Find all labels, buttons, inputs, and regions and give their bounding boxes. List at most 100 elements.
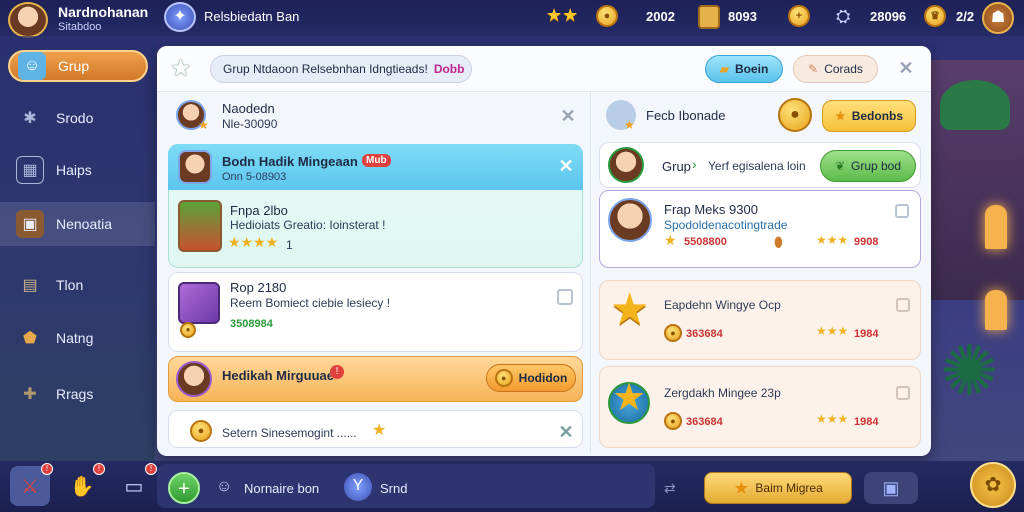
button-label: Baim Migrea bbox=[755, 481, 823, 495]
guild-emblem-icon[interactable]: ✦ bbox=[164, 2, 196, 32]
orange-title: Hedikah Mirguuae bbox=[222, 368, 334, 383]
star-badge-icon: ★ bbox=[624, 118, 635, 132]
close-user-icon[interactable]: ✕ bbox=[558, 106, 578, 127]
member-checkbox[interactable] bbox=[895, 204, 909, 218]
bottom-button-2[interactable]: Srnd bbox=[380, 481, 407, 496]
sidebar-item-label: Rrags bbox=[56, 386, 94, 402]
player-avatar[interactable] bbox=[8, 2, 48, 38]
sidebar-item-rrags[interactable]: ✚ Rrags bbox=[8, 374, 148, 414]
sidebar-item-label: Natng bbox=[56, 330, 94, 346]
footer-text: Setern Sinesemogint ...... bbox=[222, 426, 357, 440]
guild-name: Relsbiedatn Ban bbox=[204, 9, 300, 24]
sidebar-item-label: Nenoatia bbox=[56, 216, 113, 232]
big-coin-icon: ● bbox=[778, 98, 812, 132]
button-label: Boein bbox=[734, 62, 769, 76]
sword-icon[interactable]: ⚔! bbox=[10, 463, 53, 506]
member-subtitle: Spodoldenacotingtrade bbox=[664, 218, 788, 232]
map-icon: ✚ bbox=[23, 386, 37, 403]
item2-checkbox[interactable] bbox=[557, 289, 573, 305]
house-window bbox=[985, 290, 1007, 330]
sidebar-item-label: Tlon bbox=[56, 277, 84, 293]
star-icon: ★ bbox=[733, 477, 750, 498]
player-name: Nardnohanan bbox=[58, 4, 149, 20]
banner-badge: Mub bbox=[362, 154, 391, 167]
banner-avatar bbox=[178, 150, 212, 184]
close-panel-icon[interactable]: ✕ bbox=[896, 58, 916, 79]
sidebar-item-srodo[interactable]: ✱ Srodo bbox=[8, 98, 148, 138]
map-icon[interactable]: ✿ bbox=[970, 462, 1016, 508]
sidebar-item-natng[interactable]: ⬟ Natng bbox=[8, 318, 148, 358]
orange-avatar bbox=[176, 361, 212, 397]
boein-button[interactable]: ▰ Boein bbox=[705, 55, 783, 83]
sidebar-item-nenoatia[interactable]: ▣ Nenoatia bbox=[0, 202, 155, 246]
sidebar-item-grup[interactable]: ☺ Grup bbox=[8, 50, 148, 82]
column-divider bbox=[590, 92, 591, 452]
item2-title: Rop 2180 bbox=[230, 280, 287, 295]
bottom-button-1[interactable]: Nornaire bon bbox=[244, 481, 319, 496]
coin-icon: ● bbox=[664, 324, 682, 342]
header-info-pill: Grup Ntdaoon Relsebnhan Idngtieads! Dobb bbox=[210, 55, 472, 83]
send-icon[interactable]: Y bbox=[344, 473, 372, 501]
item2-description: Reem Bomiect ciebie lesiecy ! bbox=[230, 296, 391, 310]
reward-title: Eapdehn Wingye Ocp bbox=[664, 298, 781, 312]
hodidon-button[interactable]: ● Hodidon bbox=[486, 364, 576, 392]
reward-rating: 1984 bbox=[854, 416, 879, 428]
settings-icon[interactable]: ☗ bbox=[982, 2, 1014, 34]
reward-value: 363684 bbox=[686, 328, 723, 340]
gear-resource-icon: ⛭ bbox=[836, 6, 851, 26]
coin-icon: ● bbox=[180, 322, 196, 338]
close-footer-icon[interactable]: ✕ bbox=[556, 422, 576, 443]
rating-stars-icon: ★★★★ bbox=[228, 234, 279, 250]
shield-icon: ⬟ bbox=[23, 330, 37, 347]
corads-button[interactable]: ✎ Corads bbox=[793, 55, 878, 83]
close-banner-icon[interactable]: ✕ bbox=[556, 156, 576, 177]
reward-title: Zergdakh Mingee 23p bbox=[664, 386, 781, 400]
bedonbs-button[interactable]: ★ Bedonbs bbox=[822, 100, 916, 132]
gold-star-icon: ★ bbox=[612, 377, 647, 419]
gear-value: 28096 bbox=[870, 9, 907, 24]
alert-icon: ! bbox=[330, 365, 344, 379]
energy-value: 2/2 bbox=[956, 9, 975, 24]
item2-value: 3508984 bbox=[230, 318, 273, 330]
right-title: Fecb Ibonade bbox=[646, 108, 726, 123]
reward-rating: 1984 bbox=[854, 328, 879, 340]
rating-stars-icon: ★★★ bbox=[816, 233, 849, 247]
player-subtitle: Sitabdoo bbox=[58, 21, 102, 33]
group-join-button[interactable]: ❦ Grup bod bbox=[820, 150, 916, 182]
member-avatar bbox=[608, 198, 652, 242]
add-icon[interactable]: + bbox=[168, 472, 200, 504]
chat-icon[interactable]: ▭! bbox=[114, 463, 157, 506]
member-rating: 9908 bbox=[854, 236, 879, 248]
crate-icon: ▣ bbox=[16, 210, 44, 238]
gift-box-icon bbox=[178, 200, 222, 252]
reward-checkbox[interactable] bbox=[896, 386, 910, 400]
reward-checkbox[interactable] bbox=[896, 298, 910, 312]
item1-rating: 1 bbox=[286, 238, 293, 252]
banner-subtitle: Onn 5-08903 bbox=[222, 171, 287, 183]
item1-description: Hedioiats Greatio: Ioinsterat ! bbox=[230, 218, 386, 232]
bag-icon[interactable]: ✋! bbox=[62, 463, 105, 506]
egg-icon: ⬮ bbox=[774, 234, 783, 250]
background-tree bbox=[940, 80, 1010, 130]
button-label: Corads bbox=[824, 62, 863, 76]
sidebar-item-label: Srodo bbox=[56, 110, 94, 126]
sidebar-item-label: Grup bbox=[58, 58, 90, 74]
star-outline-icon: ★ bbox=[170, 55, 192, 82]
scroll-icon: ▤ bbox=[22, 277, 38, 294]
star-icon: ★ bbox=[372, 422, 387, 439]
group-avatar bbox=[608, 147, 644, 183]
sidebar-item-tlon[interactable]: ▤ Tlon bbox=[8, 265, 148, 305]
baim-migrea-button[interactable]: ★ Baim Migrea bbox=[704, 472, 852, 504]
camera-icon[interactable]: ▣ bbox=[864, 472, 918, 504]
button-label: Grup bod bbox=[851, 159, 902, 173]
user-id: Nle-30090 bbox=[222, 117, 278, 131]
leaf-icon: ❦ bbox=[834, 159, 845, 173]
rating-stars-icon: ★★★ bbox=[816, 412, 849, 426]
star-icon: ★ bbox=[664, 232, 677, 248]
swap-icon[interactable]: ⇄ bbox=[664, 480, 676, 497]
gold-coin-icon[interactable]: + bbox=[788, 5, 810, 27]
coin-icon: ● bbox=[494, 369, 513, 387]
sidebar-item-haips[interactable]: ▦ Haips bbox=[8, 150, 148, 190]
button-label: Hodidon bbox=[518, 371, 568, 385]
rating-stars-icon: ★★★ bbox=[816, 324, 849, 338]
